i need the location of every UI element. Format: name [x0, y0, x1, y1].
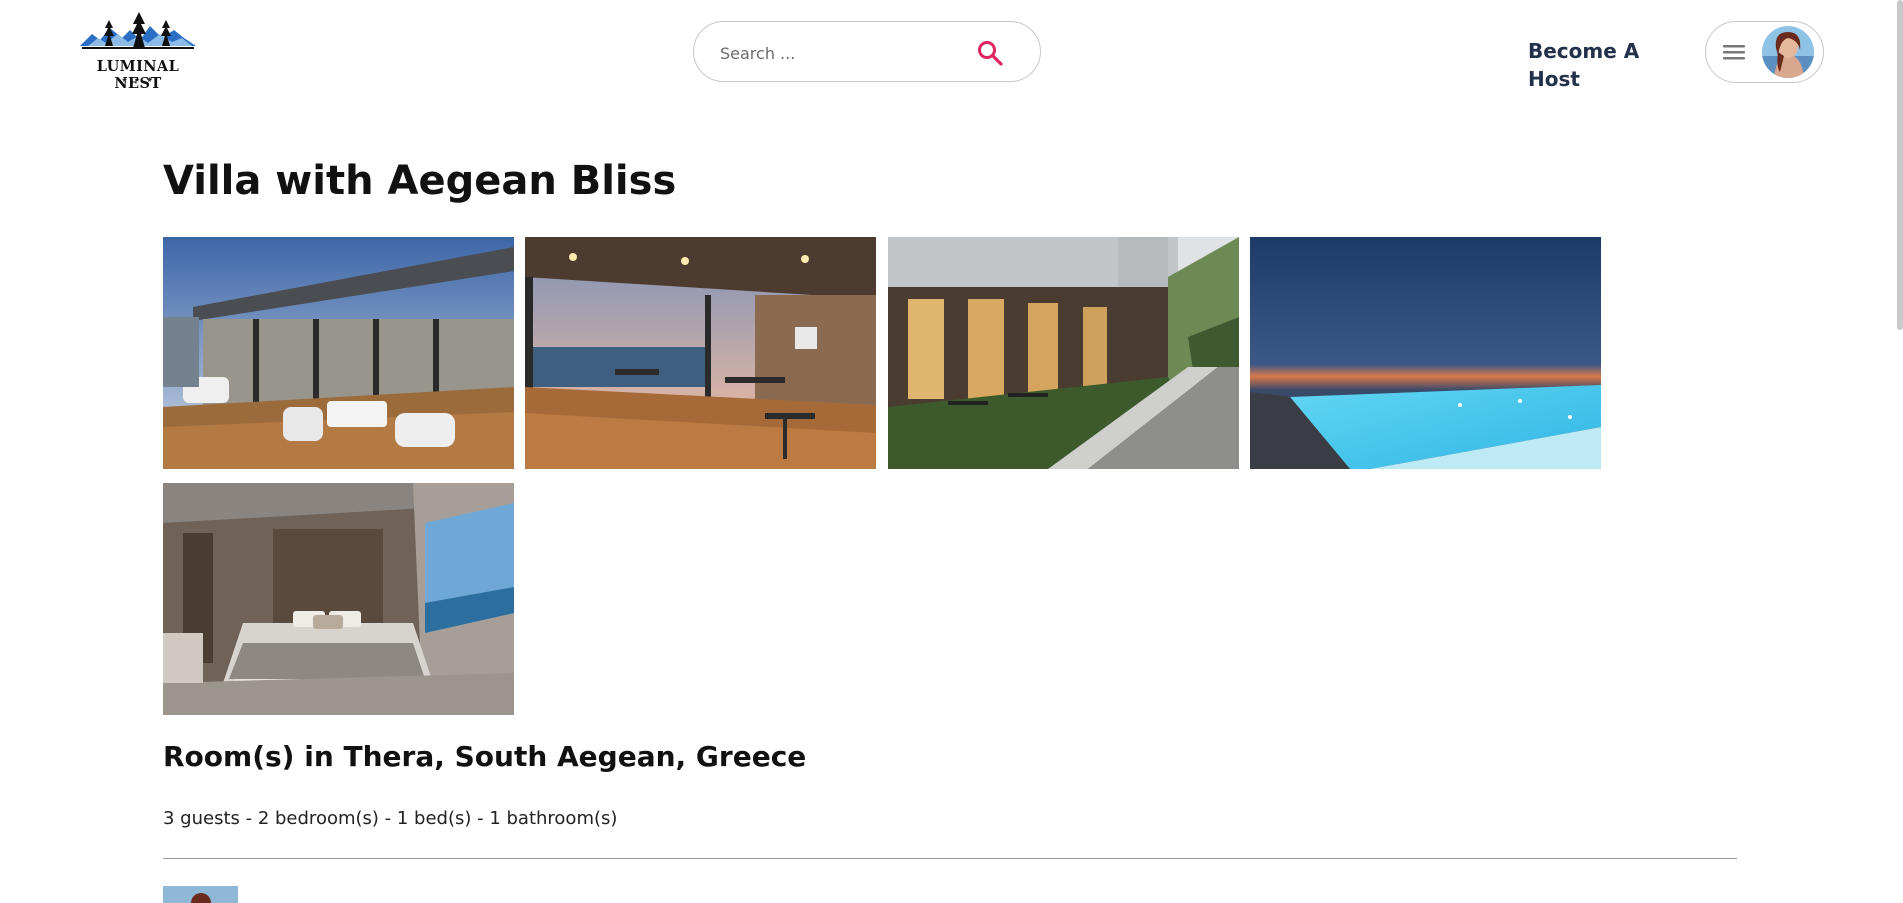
listing-title: Villa with Aegean Bliss: [163, 158, 677, 204]
brand-logo[interactable]: LUMINAL NEST ★ ★ ★: [74, 10, 202, 92]
search-bar: [693, 21, 1041, 82]
listing-photo-5[interactable]: [163, 483, 514, 715]
terrace-photo-image: [163, 237, 514, 469]
listing-summary: 3 guests - 2 bedroom(s) - 1 bed(s) - 1 b…: [163, 808, 618, 829]
brand-stars: ★ ★ ★: [121, 76, 155, 84]
brand-name: LUMINAL NEST: [96, 58, 180, 92]
host-avatar[interactable]: [163, 886, 238, 903]
site-header: LUMINAL NEST ★ ★ ★ Become A Host: [0, 0, 1903, 104]
page-scrollbar-thumb[interactable]: [1897, 0, 1903, 330]
deck-restaurant-photo-image: [525, 237, 876, 469]
hamburger-icon: [1723, 45, 1745, 60]
listing-photo-3[interactable]: [888, 237, 1239, 469]
search-input[interactable]: [718, 36, 962, 70]
listing-photo-4[interactable]: [1250, 237, 1601, 469]
user-menu-button[interactable]: [1705, 21, 1824, 83]
bedroom-photo-image: [163, 483, 514, 715]
infinity-pool-photo-image: [1250, 237, 1601, 469]
section-divider: [163, 858, 1737, 859]
user-avatar: [1762, 26, 1814, 78]
become-host-link[interactable]: Become A Host: [1528, 37, 1688, 91]
listing-photo-1[interactable]: [163, 237, 514, 469]
hotel-facade-photo-image: [888, 237, 1239, 469]
pine-trees-logo-icon: [80, 12, 196, 49]
location-title: Room(s) in Thera, South Aegean, Greece: [163, 740, 807, 773]
listing-photo-2[interactable]: [525, 237, 876, 469]
search-icon[interactable]: [976, 39, 1004, 67]
